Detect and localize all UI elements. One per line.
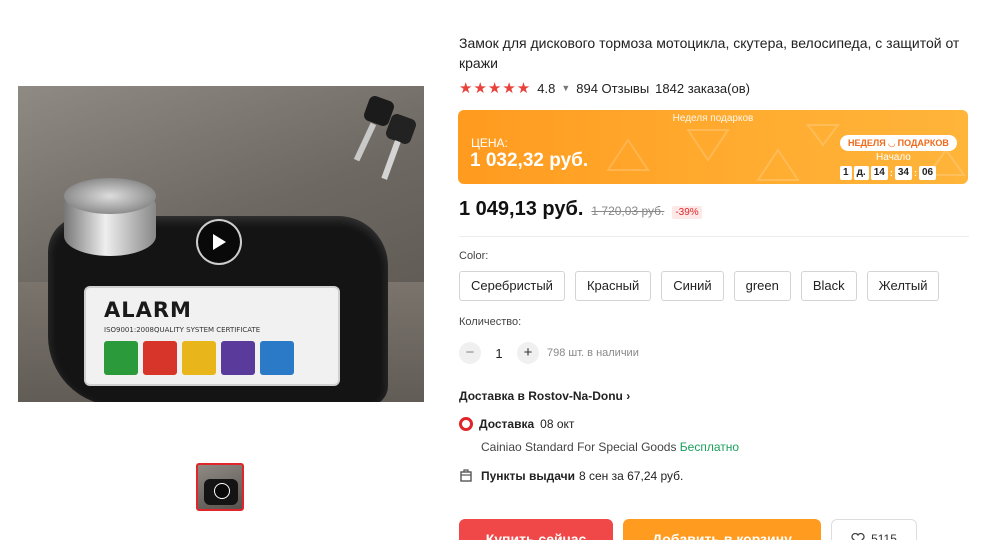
delivery-free-label: Бесплатно <box>679 440 740 454</box>
heart-icon <box>851 533 865 540</box>
old-price: 1 720,03 руб. <box>591 204 665 218</box>
play-icon <box>213 234 226 250</box>
quantity-stepper: − 1 + 798 шт. в наличии <box>459 342 639 364</box>
product-title: Замок для дискового тормоза мотоцикла, с… <box>459 35 960 71</box>
promo-start-label: Начало <box>876 152 911 163</box>
buy-now-button[interactable]: Купить сейчас <box>459 519 613 540</box>
pickup-points-row[interactable]: Пункты выдачи 8 сен за 67,24 руб. <box>459 469 683 483</box>
wishlist-count: 5115 <box>871 532 897 540</box>
stock-available: 798 шт. в наличии <box>547 347 639 359</box>
promo-event-name: Неделя подарков <box>672 113 754 124</box>
color-option-red[interactable]: Красный <box>574 271 652 301</box>
video-play-button[interactable] <box>196 219 242 265</box>
quantity-plus-button[interactable]: + <box>517 342 539 364</box>
timer-separator: : <box>913 168 917 178</box>
delivery-date: 08 окт <box>540 417 575 431</box>
promo-event-badge: НЕДЕЛЯ ◡ ПОДАРКОВ <box>840 135 957 151</box>
quantity-label: Количество: <box>459 316 522 328</box>
quantity-input[interactable]: 1 <box>481 346 517 361</box>
promo-price: 1 032,32 руб. <box>470 150 589 171</box>
color-option-green[interactable]: green <box>733 271 791 301</box>
discount-badge: -39% <box>672 206 702 219</box>
gallery-thumbnail[interactable] <box>196 463 244 511</box>
delivery-carrier-row: Cainiao Standard For Special Goods Беспл… <box>481 440 739 454</box>
delivery-radio-icon[interactable] <box>459 417 473 431</box>
promo-countdown: 1 д. 14 : 34 : 06 <box>840 166 937 180</box>
current-price: 1 049,13 руб. <box>459 198 584 220</box>
chevron-down-icon[interactable]: ▼ <box>561 83 570 93</box>
image-brand-text: ALARM <box>104 298 192 322</box>
pickup-box-icon <box>460 469 472 482</box>
wishlist-button[interactable]: 5115 <box>831 519 917 540</box>
rating-value[interactable]: 4.8 <box>537 81 555 96</box>
timer-minutes: 34 <box>894 166 912 180</box>
rating-row: ★★★★★ 4.8 ▼ 894 Отзывы 1842 заказа(ов) <box>459 79 750 97</box>
timer-day-unit: д. <box>853 166 869 180</box>
thumbnail-play-icon <box>214 483 230 499</box>
delivery-location-link[interactable]: Доставка в Rostov-Na-Donu › <box>459 389 630 403</box>
rating-stars-icon: ★★★★★ <box>459 80 532 97</box>
color-label: Color: <box>459 250 489 262</box>
orders-count: 1842 заказа(ов) <box>655 80 750 96</box>
pickup-label: Пункты выдачи <box>481 469 575 483</box>
delivery-carrier: Cainiao Standard For Special Goods <box>481 440 677 454</box>
price-row: 1 049,13 руб. 1 720,03 руб. -39% <box>459 198 702 221</box>
image-cert-text: ISO9001:2008QUALITY SYSTEM CERTIFICATE <box>104 326 261 334</box>
reviews-count[interactable]: 894 Отзывы <box>576 81 649 96</box>
image-lock-cylinder-top <box>64 178 156 214</box>
delivery-option[interactable]: Доставка 08 окт <box>459 417 574 431</box>
section-divider <box>459 236 969 237</box>
color-option-black[interactable]: Black <box>800 271 857 301</box>
keys-icon <box>353 96 416 180</box>
chevron-right-icon: › <box>626 389 631 403</box>
color-option-yellow[interactable]: Желтый <box>866 271 940 301</box>
quantity-minus-button[interactable]: − <box>459 342 481 364</box>
color-option-blue[interactable]: Синий <box>661 271 724 301</box>
timer-days: 1 <box>840 166 852 180</box>
delivery-type: Доставка <box>479 417 535 431</box>
image-badges <box>104 341 294 375</box>
timer-hours: 14 <box>870 166 888 180</box>
add-to-cart-button[interactable]: Добавить в корзину <box>623 519 821 540</box>
pickup-info: 8 сен за 67,24 руб. <box>578 469 684 483</box>
timer-separator: : <box>889 168 893 178</box>
promo-banner: Неделя подарков ЦЕНА: 1 032,32 руб. НЕДЕ… <box>458 110 968 184</box>
delivery-heading: Доставка в Rostov-Na-Donu <box>459 389 623 403</box>
color-option-silver[interactable]: Серебристый <box>459 271 565 301</box>
promo-price-label: ЦЕНА: <box>471 136 508 150</box>
timer-seconds: 06 <box>918 166 937 180</box>
color-options: Серебристый Красный Синий green Black Же… <box>459 271 940 301</box>
